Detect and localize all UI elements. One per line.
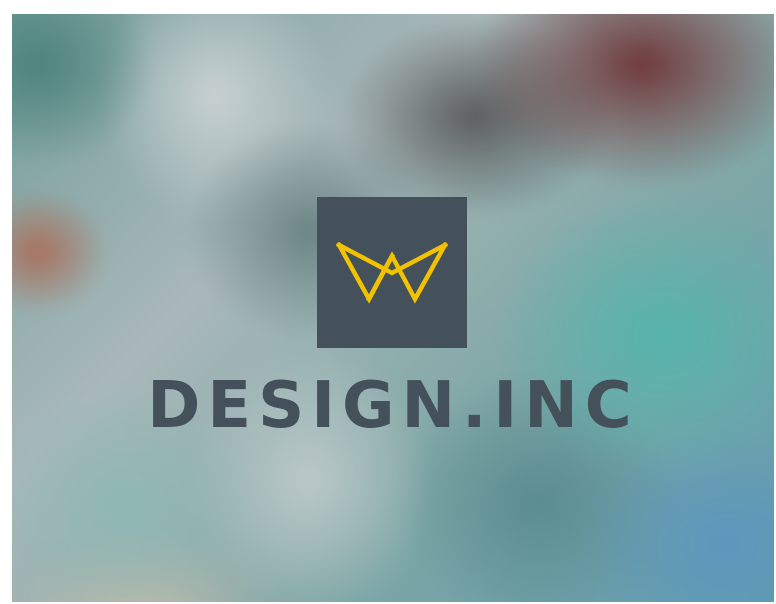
brand-name: DESIGN.INC: [12, 370, 774, 442]
crown-w-icon: [317, 197, 467, 348]
hero-banner: DESIGN.INC: [12, 14, 774, 602]
logo-mark: [317, 197, 467, 348]
